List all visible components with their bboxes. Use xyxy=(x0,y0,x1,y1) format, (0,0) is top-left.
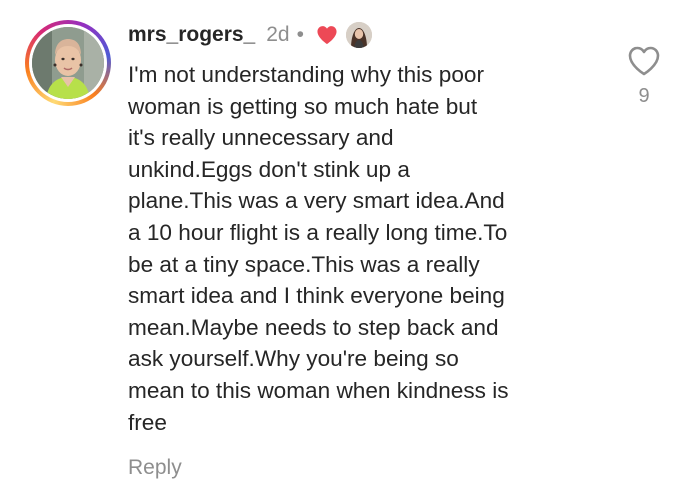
separator-dot: • xyxy=(296,23,304,46)
comment-item: mrs_rogers_ 2d • I'm not understanding w… xyxy=(0,0,700,502)
like-count[interactable]: 9 xyxy=(618,85,670,108)
avatar-photo xyxy=(32,27,104,99)
avatar-ring-gap xyxy=(29,24,107,102)
red-heart-icon xyxy=(317,26,337,45)
creator-avatar-photo xyxy=(345,22,372,48)
comment-text: I'm not understanding why this poor woma… xyxy=(128,62,509,435)
comment-timestamp[interactable]: 2d xyxy=(266,23,289,47)
like-area: 9 xyxy=(618,45,670,108)
avatar xyxy=(32,27,104,99)
username-link[interactable]: mrs_rogers_ xyxy=(128,23,255,47)
heart-outline-icon[interactable] xyxy=(627,45,661,77)
comment-header: mrs_rogers_ 2d • xyxy=(128,20,372,50)
creator-avatar xyxy=(345,22,372,48)
avatar-story-ring[interactable] xyxy=(25,20,111,106)
reply-button[interactable]: Reply xyxy=(128,456,182,480)
